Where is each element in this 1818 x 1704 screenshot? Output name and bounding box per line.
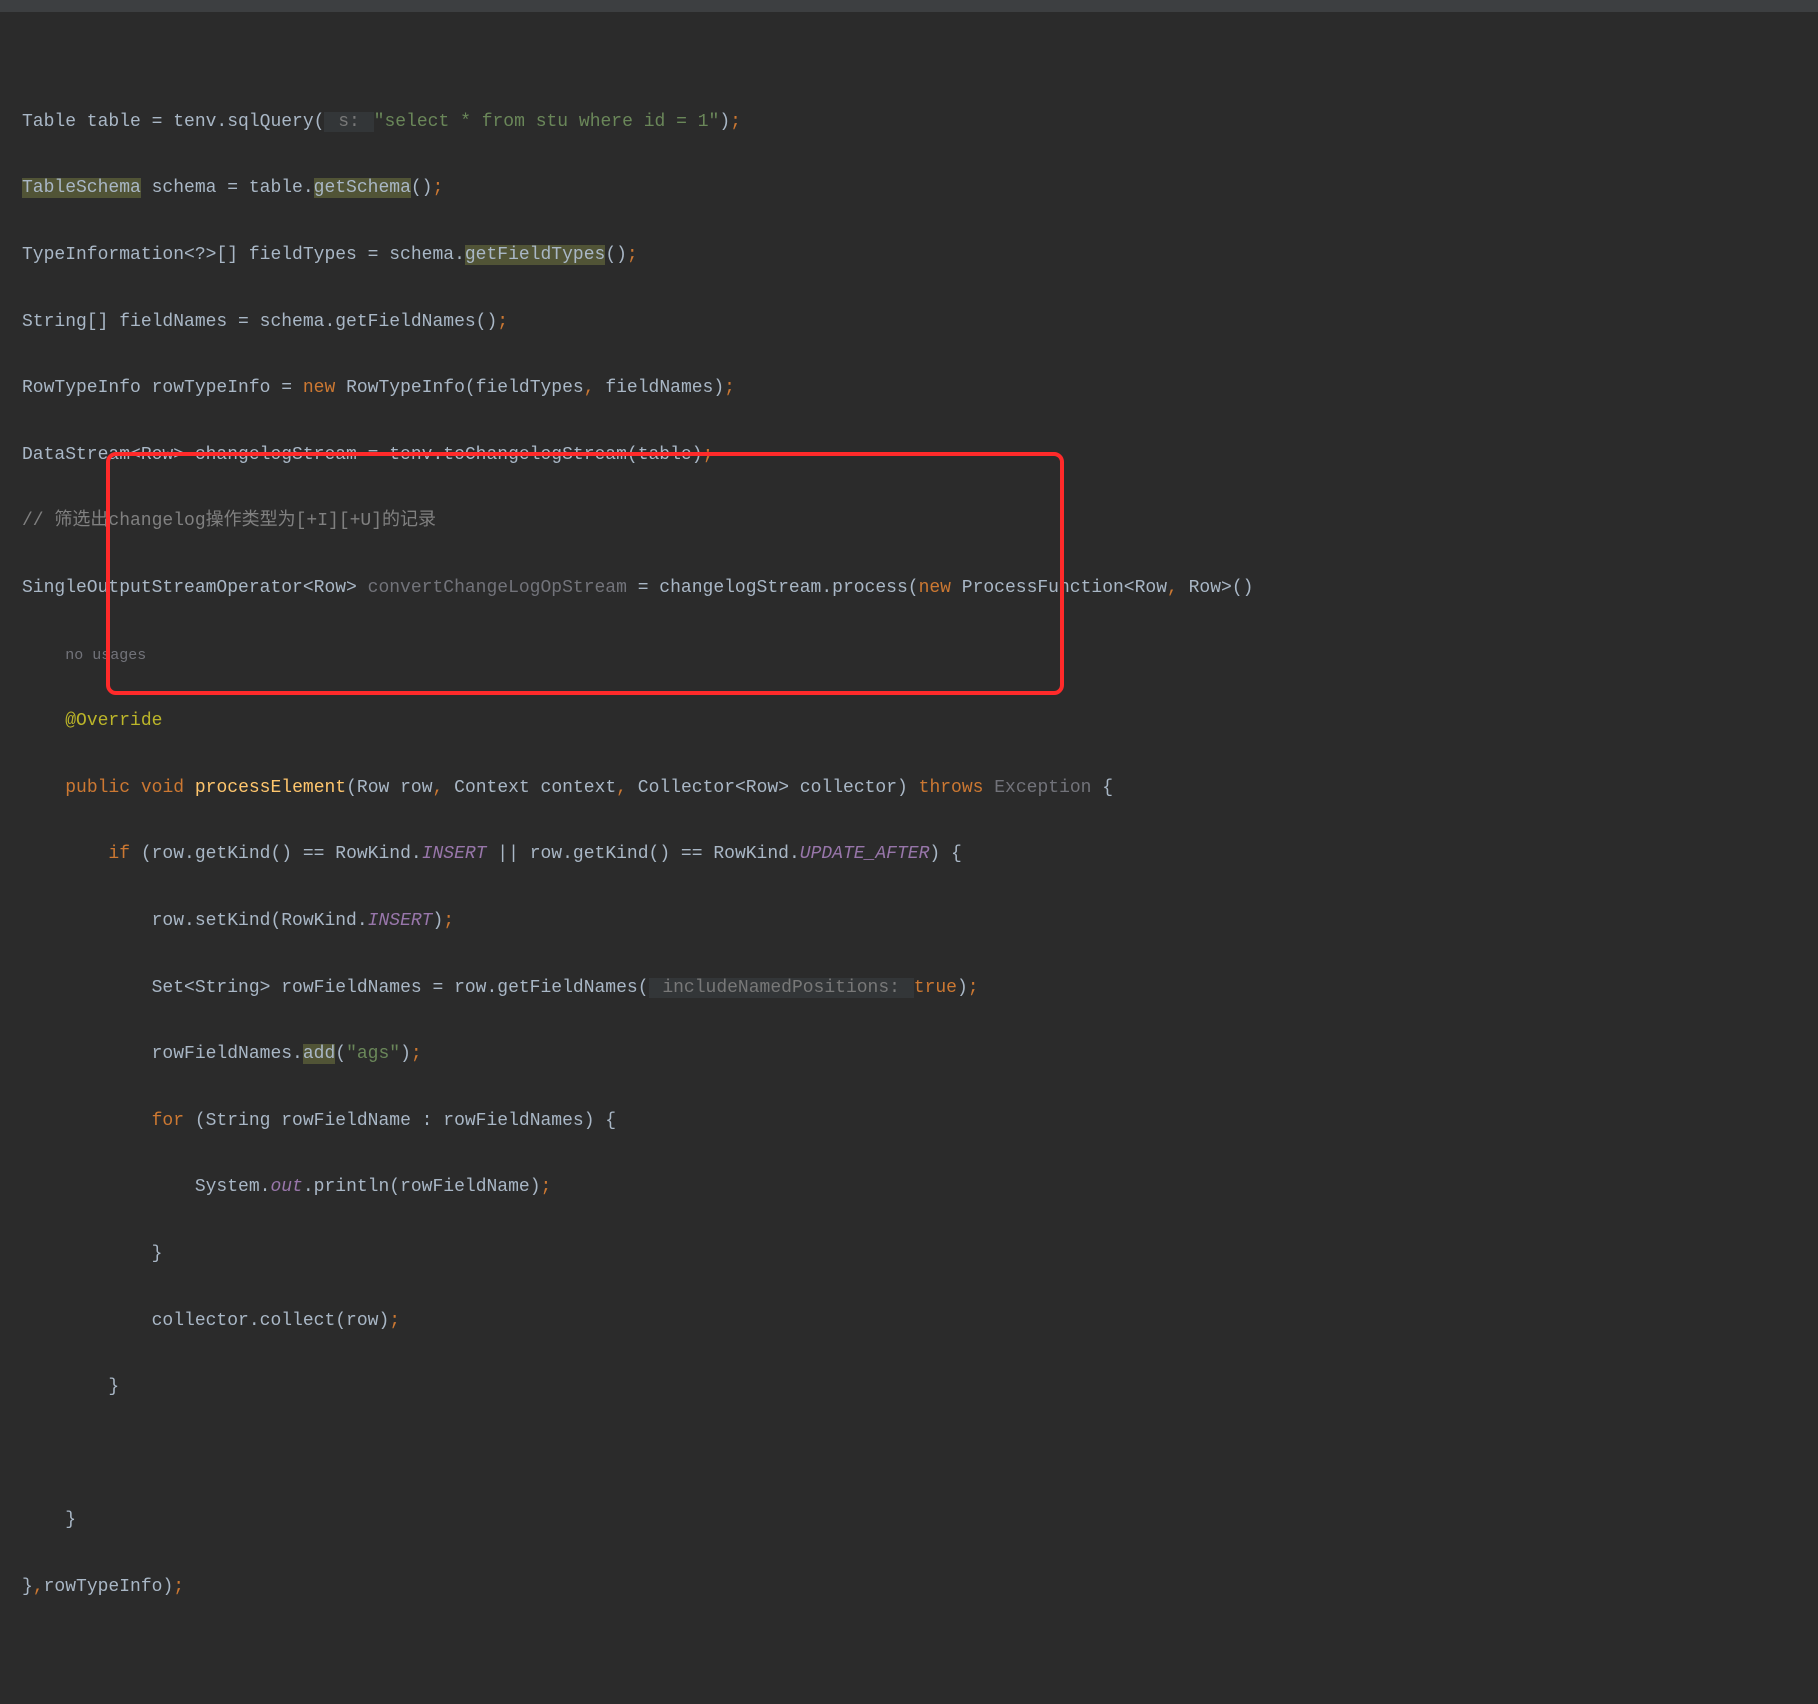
code-line: System.out.println(rowFieldName); xyxy=(22,1171,1818,1204)
code-line: public void processElement(Row row, Cont… xyxy=(22,772,1818,805)
code-line xyxy=(22,39,1818,72)
code-line: } xyxy=(22,1504,1818,1537)
code-line: TableSchema schema = table.getSchema(); xyxy=(22,172,1818,205)
inlay-hint: includeNamedPositions: xyxy=(649,978,914,998)
code-line: if (row.getKind() == RowKind.INSERT || r… xyxy=(22,838,1818,871)
code-line: Table table = tenv.sqlQuery( s: "select … xyxy=(22,106,1818,139)
code-line: for (String rowFieldName : rowFieldNames… xyxy=(22,1105,1818,1138)
code-editor[interactable]: Table table = tenv.sqlQuery( s: "select … xyxy=(0,0,1818,1704)
code-line: Set<String> rowFieldNames = row.getField… xyxy=(22,972,1818,1005)
code-line: collector.collect(row); xyxy=(22,1305,1818,1338)
code-line: row.setKind(RowKind.INSERT); xyxy=(22,905,1818,938)
code-line: no usages xyxy=(22,639,1818,672)
code-line: DataStream<Row> changelogStream = tenv.t… xyxy=(22,439,1818,472)
inlay-no-usages: no usages xyxy=(65,647,146,664)
code-line: TypeInformation<?>[] fieldTypes = schema… xyxy=(22,239,1818,272)
code-line: } xyxy=(22,1371,1818,1404)
code-line xyxy=(22,1438,1818,1471)
code-line: RowTypeInfo rowTypeInfo = new RowTypeInf… xyxy=(22,372,1818,405)
code-line: rowFieldNames.add("ags"); xyxy=(22,1038,1818,1071)
inlay-hint: s: xyxy=(324,112,373,132)
code-line: String[] fieldNames = schema.getFieldNam… xyxy=(22,306,1818,339)
code-line: // 筛选出changelog操作类型为[+I][+U]的记录 xyxy=(22,505,1818,538)
code-line: } xyxy=(22,1238,1818,1271)
code-line: },rowTypeInfo); xyxy=(22,1571,1818,1604)
code-line: @Override xyxy=(22,705,1818,738)
code-line: SingleOutputStreamOperator<Row> convertC… xyxy=(22,572,1818,605)
